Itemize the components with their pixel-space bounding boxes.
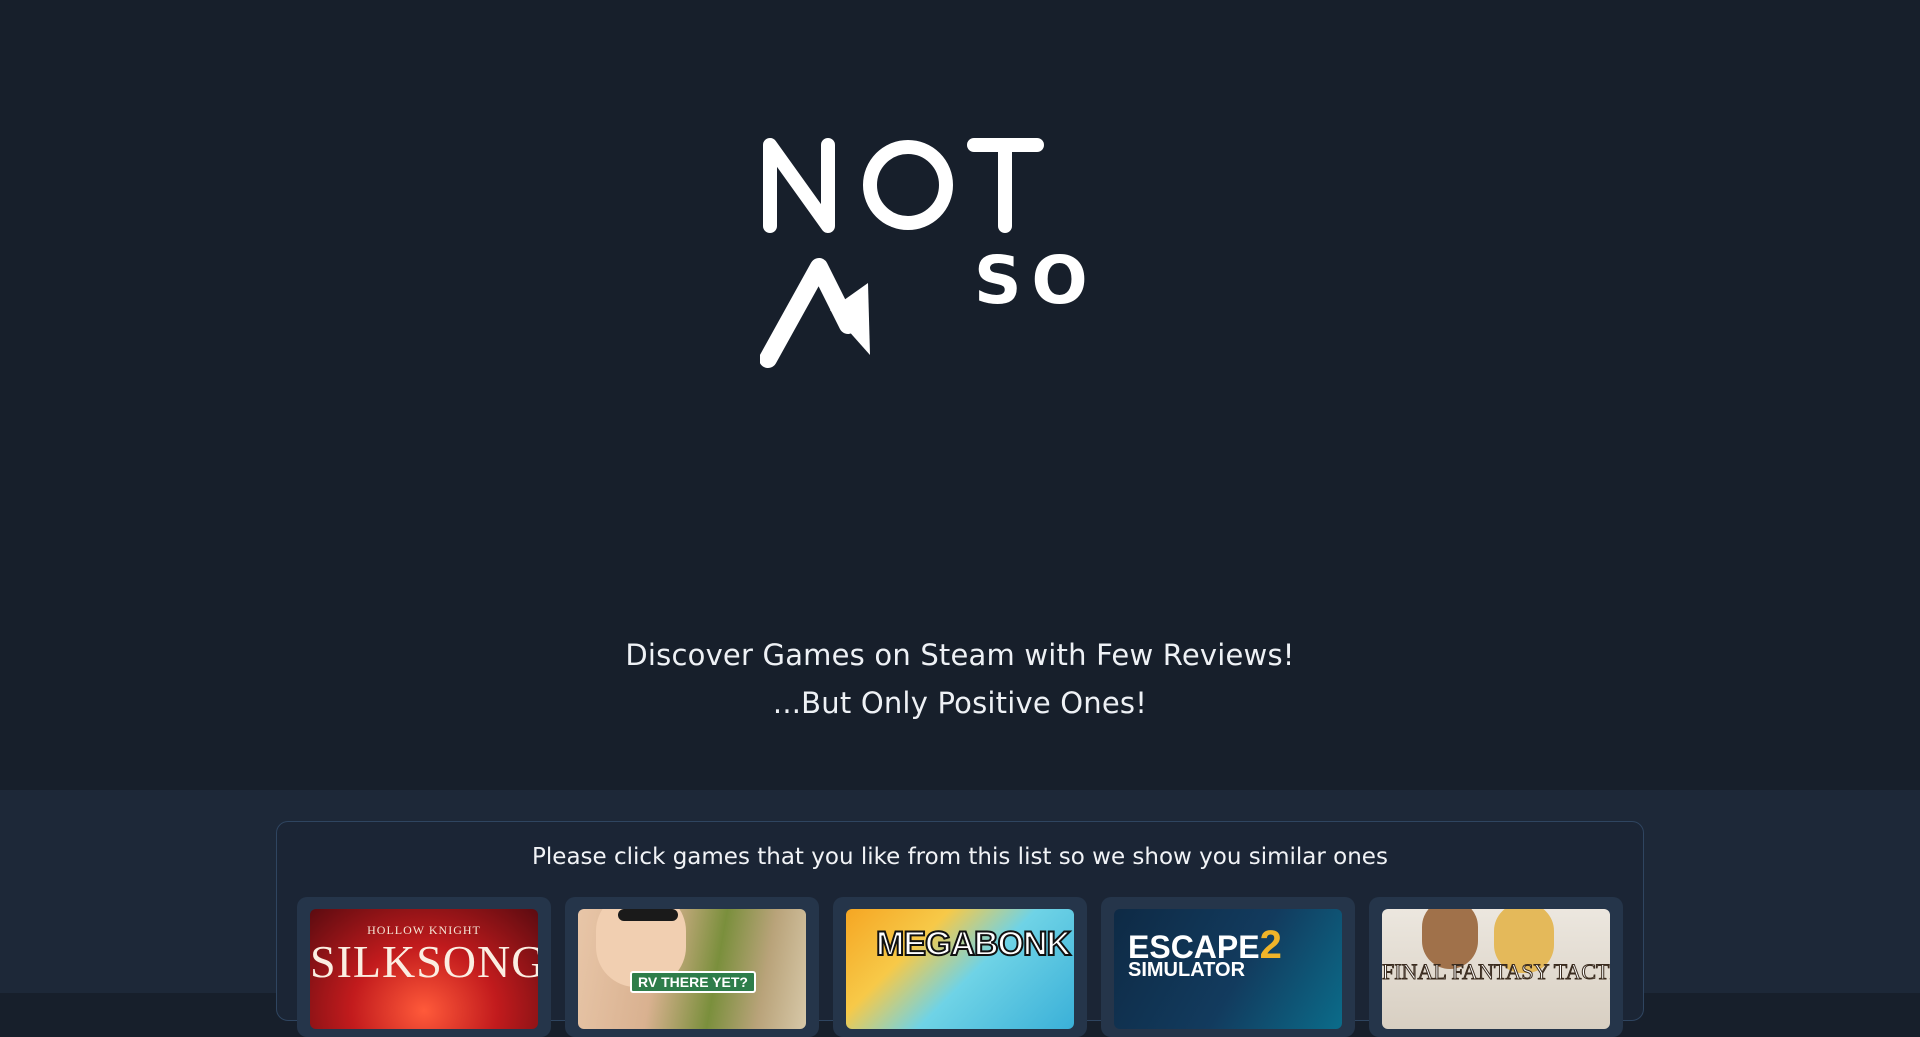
logo-letter-n (763, 138, 835, 233)
game-thumbnail: HOLLOW KNIGHT SILKSONG (310, 909, 538, 1029)
hero-section: SO Discover Games on Steam with Few Revi… (0, 0, 1920, 790)
tagline-line-1: Discover Games on Steam with Few Reviews… (625, 638, 1295, 672)
game-card-final-fantasy-tactics[interactable]: FINAL FANTASY TACTICS (1369, 897, 1623, 1037)
game-thumbnail: FINAL FANTASY TACTICS (1382, 909, 1610, 1029)
logo-word-so: SO (974, 242, 1098, 319)
game-card-escape-simulator-2[interactable]: ESCAPE2 SIMULATOR (1101, 897, 1355, 1037)
site-logo[interactable]: SO (760, 135, 1100, 370)
game-thumbnail: ESCAPE2 SIMULATOR (1114, 909, 1342, 1029)
game-thumbnail: RV THERE YET? (578, 909, 806, 1029)
game-title-number: 2 (1259, 923, 1282, 967)
game-title: MEGABONK (875, 924, 1072, 964)
game-card-rv-there-yet[interactable]: RV THERE YET? (565, 897, 819, 1037)
game-title: FINAL FANTASY TACTICS (1382, 959, 1610, 985)
game-subtitle: SIMULATOR (1128, 959, 1246, 981)
game-card-megabonk[interactable]: MEGABONK (833, 897, 1087, 1037)
game-picker-panel: Please click games that you like from th… (276, 821, 1644, 1037)
game-title: SILKSONG (310, 936, 538, 987)
picker-title: Please click games that you like from th… (532, 844, 1388, 870)
game-thumbnail: MEGABONK (846, 909, 1074, 1029)
tagline-line-2: ...But Only Positive Ones! (772, 686, 1148, 720)
logo-letter-t (967, 138, 1044, 233)
game-card-silksong[interactable]: HOLLOW KNIGHT SILKSONG (297, 897, 551, 1037)
logo-letter-o (863, 140, 953, 230)
character-glasses (618, 909, 678, 921)
game-title: RV THERE YET? (630, 971, 756, 993)
